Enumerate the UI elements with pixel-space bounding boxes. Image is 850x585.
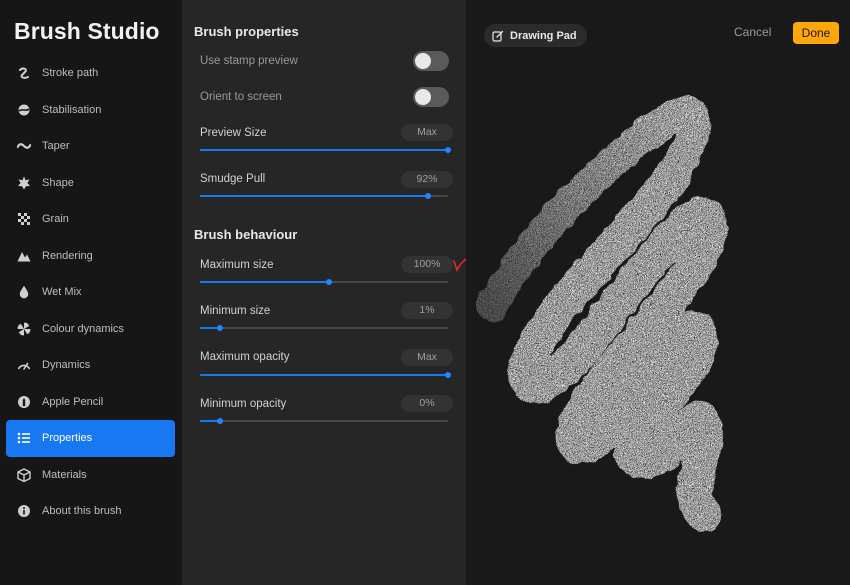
sidebar-item-stabilisation[interactable]: Stabilisation (0, 92, 182, 129)
sidebar-item-label: Dynamics (42, 359, 91, 372)
minimum-size-value: 1% (401, 302, 453, 319)
sidebar-item-grain[interactable]: Grain (0, 201, 182, 238)
sidebar-item-label: Properties (42, 432, 93, 445)
minimum-size-slider[interactable] (200, 325, 448, 331)
sidebar-item-label: Rendering (42, 249, 93, 262)
maximum-size-value: 100% (401, 256, 453, 273)
sidebar-item-dynamics[interactable]: Dynamics (0, 347, 182, 384)
minimum-size-label: Minimum size (200, 305, 271, 317)
colour-dynamics-icon (17, 322, 31, 336)
toggle-knob (415, 89, 431, 105)
properties-icon (17, 431, 31, 445)
sidebar-item-materials[interactable]: Materials (0, 457, 182, 494)
slider-thumb[interactable] (216, 418, 223, 424)
sidebar-item-label: Colour dynamics (42, 322, 124, 335)
sidebar-item-colour-dynamics[interactable]: Colour dynamics (0, 311, 182, 348)
brush-stroke-preview (476, 96, 728, 533)
sidebar-item-apple-pencil[interactable]: Apple Pencil (0, 384, 182, 421)
info-icon (17, 504, 31, 518)
minimum-opacity-label: Minimum opacity (200, 398, 287, 410)
preview-size-slider[interactable] (200, 147, 451, 153)
sidebar-item-wet-mix[interactable]: Wet Mix (0, 274, 182, 311)
cancel-button[interactable]: Cancel (734, 25, 771, 39)
settings-panel: Brush properties Use stamp preview Orien… (182, 0, 467, 585)
slider-fill (200, 374, 448, 376)
sidebar-item-taper[interactable]: Taper (0, 128, 182, 165)
grain-icon (17, 212, 31, 226)
sidebar-item-label: Apple Pencil (42, 395, 104, 408)
stroke-path-icon (17, 66, 31, 80)
maximum-size-slider[interactable] (200, 279, 448, 285)
preview-size-value: Max (401, 124, 453, 141)
slider-fill (200, 195, 429, 197)
brush-properties-heading: Brush properties (194, 24, 299, 39)
shape-icon (17, 176, 31, 190)
sidebar-item-label: Materials (42, 468, 87, 481)
sidebar-item-label: Shape (42, 176, 74, 189)
sidebar-item-rendering[interactable]: Rendering (0, 238, 182, 275)
sidebar-item-label: Stroke path (42, 67, 99, 80)
sidebar-item-label: About this brush (42, 505, 122, 518)
apple-pencil-icon (17, 395, 31, 409)
sidebar-item-label: Grain (42, 213, 69, 226)
use-stamp-preview-toggle[interactable] (413, 51, 449, 71)
use-stamp-preview-label: Use stamp preview (200, 55, 298, 67)
materials-icon (17, 468, 31, 482)
drawing-pad-title-button[interactable]: Drawing Pad (484, 24, 587, 47)
slider-fill (200, 149, 448, 151)
orient-to-screen-label: Orient to screen (200, 91, 282, 103)
stabilisation-icon (17, 103, 31, 117)
sidebar: Brush Studio Stroke path Stabilisation T… (0, 0, 182, 585)
smudge-pull-slider[interactable] (200, 193, 448, 199)
sidebar-item-label: Wet Mix (42, 286, 82, 299)
sidebar-item-shape[interactable]: Shape (0, 165, 182, 202)
app-title: Brush Studio (14, 18, 160, 44)
slider-thumb[interactable] (425, 193, 432, 199)
slider-thumb[interactable] (325, 279, 332, 285)
brush-behaviour-heading: Brush behaviour (194, 227, 298, 242)
sidebar-item-label: Stabilisation (42, 103, 102, 116)
slider-fill (200, 281, 329, 283)
preview-size-label: Preview Size (200, 127, 267, 139)
minimum-opacity-value: 0% (401, 395, 453, 412)
orient-to-screen-toggle[interactable] (413, 87, 449, 107)
slider-thumb[interactable] (445, 372, 451, 378)
slider-thumb[interactable] (445, 147, 451, 153)
taper-icon (17, 139, 31, 153)
maximum-opacity-slider[interactable] (200, 372, 451, 378)
toggle-knob (415, 53, 431, 69)
smudge-pull-value: 92% (401, 171, 453, 188)
maximum-size-label: Maximum size (200, 259, 274, 271)
sidebar-item-properties[interactable]: Properties (6, 420, 175, 457)
done-button[interactable]: Done (793, 22, 839, 44)
edit-icon (492, 30, 504, 42)
rendering-icon (17, 249, 31, 263)
maximum-opacity-value: Max (401, 349, 453, 366)
sidebar-item-about-this-brush[interactable]: About this brush (0, 493, 182, 530)
maximum-opacity-label: Maximum opacity (200, 351, 290, 363)
minimum-opacity-slider[interactable] (200, 418, 448, 424)
sidebar-item-label: Taper (42, 140, 70, 153)
dynamics-icon (17, 358, 31, 372)
sidebar-nav: Stroke path Stabilisation Taper Shape Gr… (0, 55, 182, 530)
drawing-pad[interactable]: Drawing Pad Cancel Done (466, 0, 850, 585)
smudge-pull-label: Smudge Pull (200, 173, 266, 185)
wet-mix-icon (17, 285, 31, 299)
sidebar-item-stroke-path[interactable]: Stroke path (0, 55, 182, 92)
drawing-pad-title: Drawing Pad (510, 29, 577, 42)
slider-thumb[interactable] (216, 325, 223, 331)
